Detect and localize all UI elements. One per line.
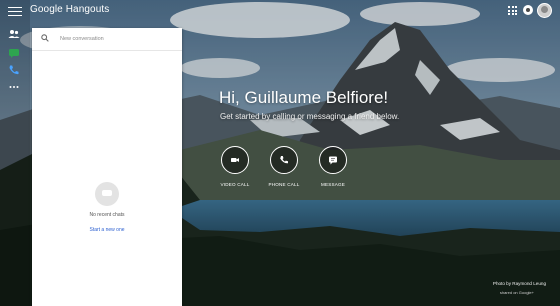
top-bar: Google Hangouts xyxy=(0,0,560,22)
no-chats-text: No recent chats xyxy=(89,212,125,218)
conversation-panel: No recent chats Start a new one xyxy=(32,28,182,306)
start-new-link[interactable]: Start a new one xyxy=(89,227,124,233)
chat-icon[interactable] xyxy=(8,47,20,59)
message-button[interactable]: MESSAGE xyxy=(303,146,363,187)
app-title: Google Hangouts xyxy=(30,4,110,15)
empty-state: No recent chats Start a new one xyxy=(32,182,182,236)
message-label: MESSAGE xyxy=(320,182,346,187)
search-icon xyxy=(41,34,49,42)
more-icon[interactable] xyxy=(8,81,20,93)
chat-bubble-icon xyxy=(95,182,119,206)
new-conversation-input[interactable] xyxy=(60,32,170,45)
avatar[interactable] xyxy=(537,3,552,18)
video-icon xyxy=(231,158,239,162)
apps-grid-icon[interactable] xyxy=(508,6,517,15)
contacts-icon[interactable] xyxy=(8,28,20,40)
greeting-title: Hi, Guillaume Belfiore! xyxy=(219,88,389,107)
photo-credit[interactable]: Photo by Raymond Leung xyxy=(493,281,546,286)
message-icon xyxy=(329,156,337,165)
photo-credit-source: shared on Google+ xyxy=(499,290,534,295)
greeting-subtitle: Get started by calling or messaging a fr… xyxy=(220,112,400,121)
status-icon[interactable] xyxy=(523,5,533,15)
left-rail xyxy=(0,22,28,306)
search-bar xyxy=(32,28,182,51)
phone-icon xyxy=(280,156,288,164)
menu-icon[interactable] xyxy=(8,4,22,18)
phone-icon[interactable] xyxy=(8,64,20,76)
